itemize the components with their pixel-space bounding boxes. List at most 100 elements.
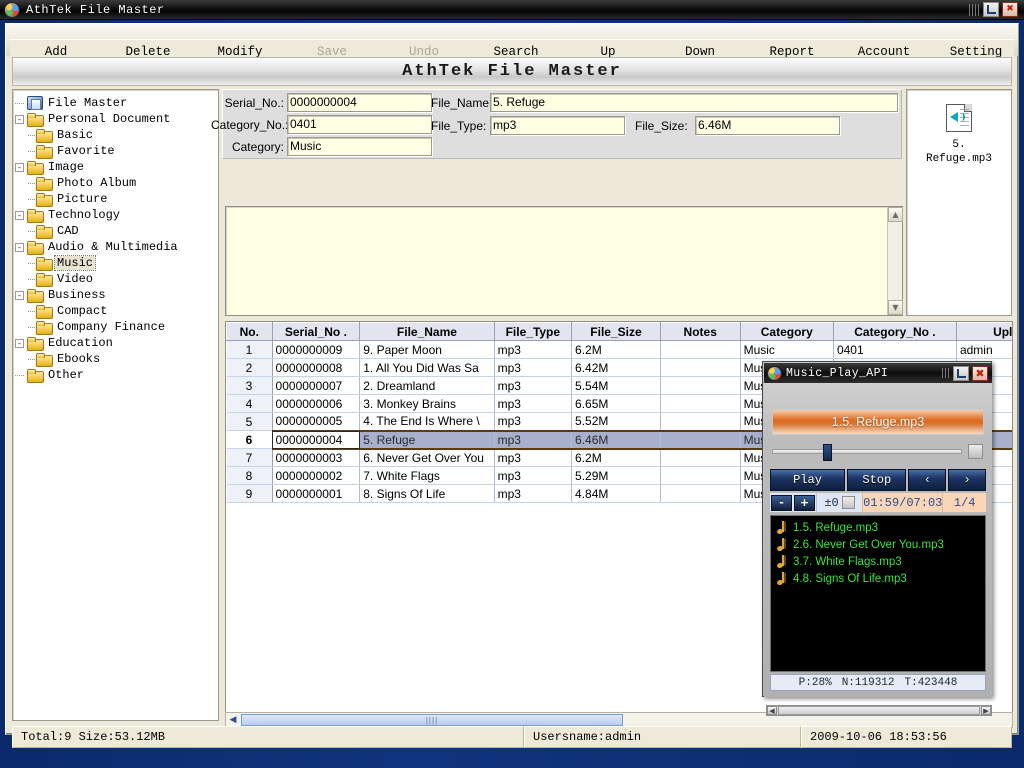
tree-item-other[interactable]: Other (15, 367, 216, 383)
seek-slider-handle[interactable] (823, 443, 832, 461)
previous-button[interactable]: ‹ (908, 469, 947, 491)
tree-item-company-finance[interactable]: Company Finance (15, 319, 216, 335)
minimize-button[interactable] (983, 2, 999, 17)
player-horizontal-scrollbar[interactable]: ◀ ▶ (766, 705, 992, 716)
file-type-input[interactable]: mp3 (490, 116, 625, 135)
tree-expander-icon[interactable]: - (15, 290, 24, 300)
cell-size[interactable]: 6.42M (571, 358, 661, 377)
tree-item-technology[interactable]: - Technology (15, 207, 216, 223)
category-input[interactable]: Music (287, 137, 432, 156)
cell-serial[interactable]: 0000000006 (272, 394, 361, 413)
cell-name[interactable]: 6. Never Get Over You (359, 448, 495, 467)
cell-category_no[interactable]: 0401 (833, 340, 957, 359)
cell-size[interactable]: 6.46M (571, 429, 661, 450)
column-header-notes[interactable]: Notes (659, 322, 741, 341)
playlist-item[interactable]: 1.5. Refuge.mp3 (773, 519, 983, 536)
cell-notes[interactable] (660, 484, 741, 503)
cell-notes[interactable] (660, 448, 741, 467)
scroll-thumb[interactable]: |||| (241, 714, 623, 726)
column-header-file-name[interactable]: File_Name (359, 322, 495, 341)
cell-size[interactable]: 6.2M (571, 448, 661, 467)
tree-expander-icon[interactable]: - (15, 162, 24, 172)
cell-size[interactable]: 6.65M (571, 394, 661, 413)
cell-type[interactable]: mp3 (494, 484, 573, 503)
player-scroll-right-icon[interactable]: ▶ (981, 706, 991, 715)
pitch-decrease-button[interactable]: - (771, 494, 792, 511)
tree-item-music[interactable]: Music (15, 255, 216, 271)
tree-item-image[interactable]: - Image (15, 159, 216, 175)
tree-item-favorite[interactable]: Favorite (15, 143, 216, 159)
cell-notes[interactable] (660, 412, 741, 431)
cell-serial[interactable]: 0000000008 (272, 358, 361, 377)
cell-no[interactable]: 9 (226, 484, 273, 503)
cell-name[interactable]: 9. Paper Moon (359, 340, 495, 359)
cell-no[interactable]: 8 (226, 466, 273, 485)
serial-no-input[interactable]: 0000000004 (287, 93, 432, 112)
cell-notes[interactable] (660, 466, 741, 485)
tree-item-picture[interactable]: Picture (15, 191, 216, 207)
cell-serial[interactable]: 0000000007 (272, 376, 361, 395)
cell-size[interactable]: 5.54M (571, 376, 661, 395)
column-header-no[interactable]: No. (226, 322, 273, 341)
column-header-category[interactable]: Category (739, 322, 834, 341)
tree-item-compact[interactable]: Compact (15, 303, 216, 319)
playlist[interactable]: 1.5. Refuge.mp3 2.6. Never Get Over You.m… (770, 515, 986, 672)
cell-size[interactable]: 5.52M (571, 412, 661, 431)
player-scroll-left-icon[interactable]: ◀ (767, 706, 777, 715)
cell-category[interactable]: Music (740, 340, 834, 359)
cell-serial[interactable]: 0000000003 (272, 448, 361, 467)
tree-expander-icon[interactable]: - (15, 210, 24, 220)
cell-uploader[interactable]: admin (956, 340, 1012, 359)
cell-name[interactable]: 5. Refuge (359, 429, 495, 450)
cell-size[interactable]: 6.2M (571, 340, 661, 359)
cell-no[interactable]: 1 (226, 340, 273, 359)
category-no-input[interactable]: 0401 (287, 115, 432, 134)
cell-serial[interactable]: 0000000001 (272, 484, 361, 503)
next-button[interactable]: › (948, 469, 986, 491)
cell-serial[interactable]: 0000000005 (272, 412, 361, 431)
tree-item-personal-document[interactable]: - Personal Document (15, 111, 216, 127)
cell-no[interactable]: 6 (226, 430, 273, 449)
tree-expander-icon[interactable]: - (15, 242, 24, 252)
tree-item-audio-multimedia[interactable]: - Audio & Multimedia (15, 239, 216, 255)
tree-expander-icon[interactable]: - (15, 338, 24, 348)
column-header-file-type[interactable]: File_Type (493, 322, 573, 341)
playlist-item[interactable]: 4.8. Signs Of Life.mp3 (773, 570, 983, 587)
tree-item-basic[interactable]: Basic (15, 127, 216, 143)
cell-type[interactable]: mp3 (494, 358, 573, 377)
cell-no[interactable]: 5 (226, 412, 273, 431)
cell-name[interactable]: 7. White Flags (359, 466, 495, 485)
cell-size[interactable]: 4.84M (571, 484, 661, 503)
cell-name[interactable]: 4. The End Is Where \ (359, 412, 495, 431)
cell-notes[interactable] (660, 429, 741, 450)
tree-expander-icon[interactable]: - (15, 114, 24, 124)
cell-type[interactable]: mp3 (494, 448, 573, 467)
player-close-button[interactable]: ✖ (972, 365, 988, 381)
cell-name[interactable]: 2. Dreamland (359, 376, 495, 395)
cell-serial[interactable]: 0000000004 (272, 429, 361, 450)
cell-notes[interactable] (660, 340, 741, 359)
cell-name[interactable]: 3. Monkey Brains (359, 394, 495, 413)
table-row[interactable]: 1 0000000009 9. Paper Moon mp3 6.2M Music 0401… (226, 340, 1012, 359)
column-header-category-no[interactable]: Category_No . (832, 322, 957, 341)
play-button[interactable]: Play (770, 469, 846, 491)
cell-type[interactable]: mp3 (494, 340, 573, 359)
cell-type[interactable]: mp3 (494, 394, 573, 413)
column-header-uploader[interactable]: Uploader (955, 322, 1012, 341)
cell-notes[interactable] (660, 376, 741, 395)
category-tree-panel[interactable]: File Master - Personal Document Basic Favori… (12, 89, 219, 721)
file-size-input[interactable]: 6.46M (695, 116, 840, 135)
cell-type[interactable]: mp3 (494, 466, 573, 485)
cell-type[interactable]: mp3 (494, 412, 573, 431)
seek-slider[interactable] (772, 443, 962, 461)
volume-button[interactable] (968, 443, 983, 459)
category-tree[interactable]: File Master - Personal Document Basic Favori… (13, 90, 218, 383)
tree-item-file-master[interactable]: File Master (15, 95, 216, 111)
cell-type[interactable]: mp3 (494, 429, 573, 450)
cell-name[interactable]: 1. All You Did Was Sa (359, 358, 495, 377)
notes-textarea[interactable]: ▲ ▼ (225, 206, 903, 316)
scroll-up-icon[interactable]: ▲ (888, 207, 903, 222)
cell-serial[interactable]: 0000000009 (272, 340, 361, 359)
cell-notes[interactable] (660, 358, 741, 377)
cell-no[interactable]: 7 (226, 448, 273, 467)
